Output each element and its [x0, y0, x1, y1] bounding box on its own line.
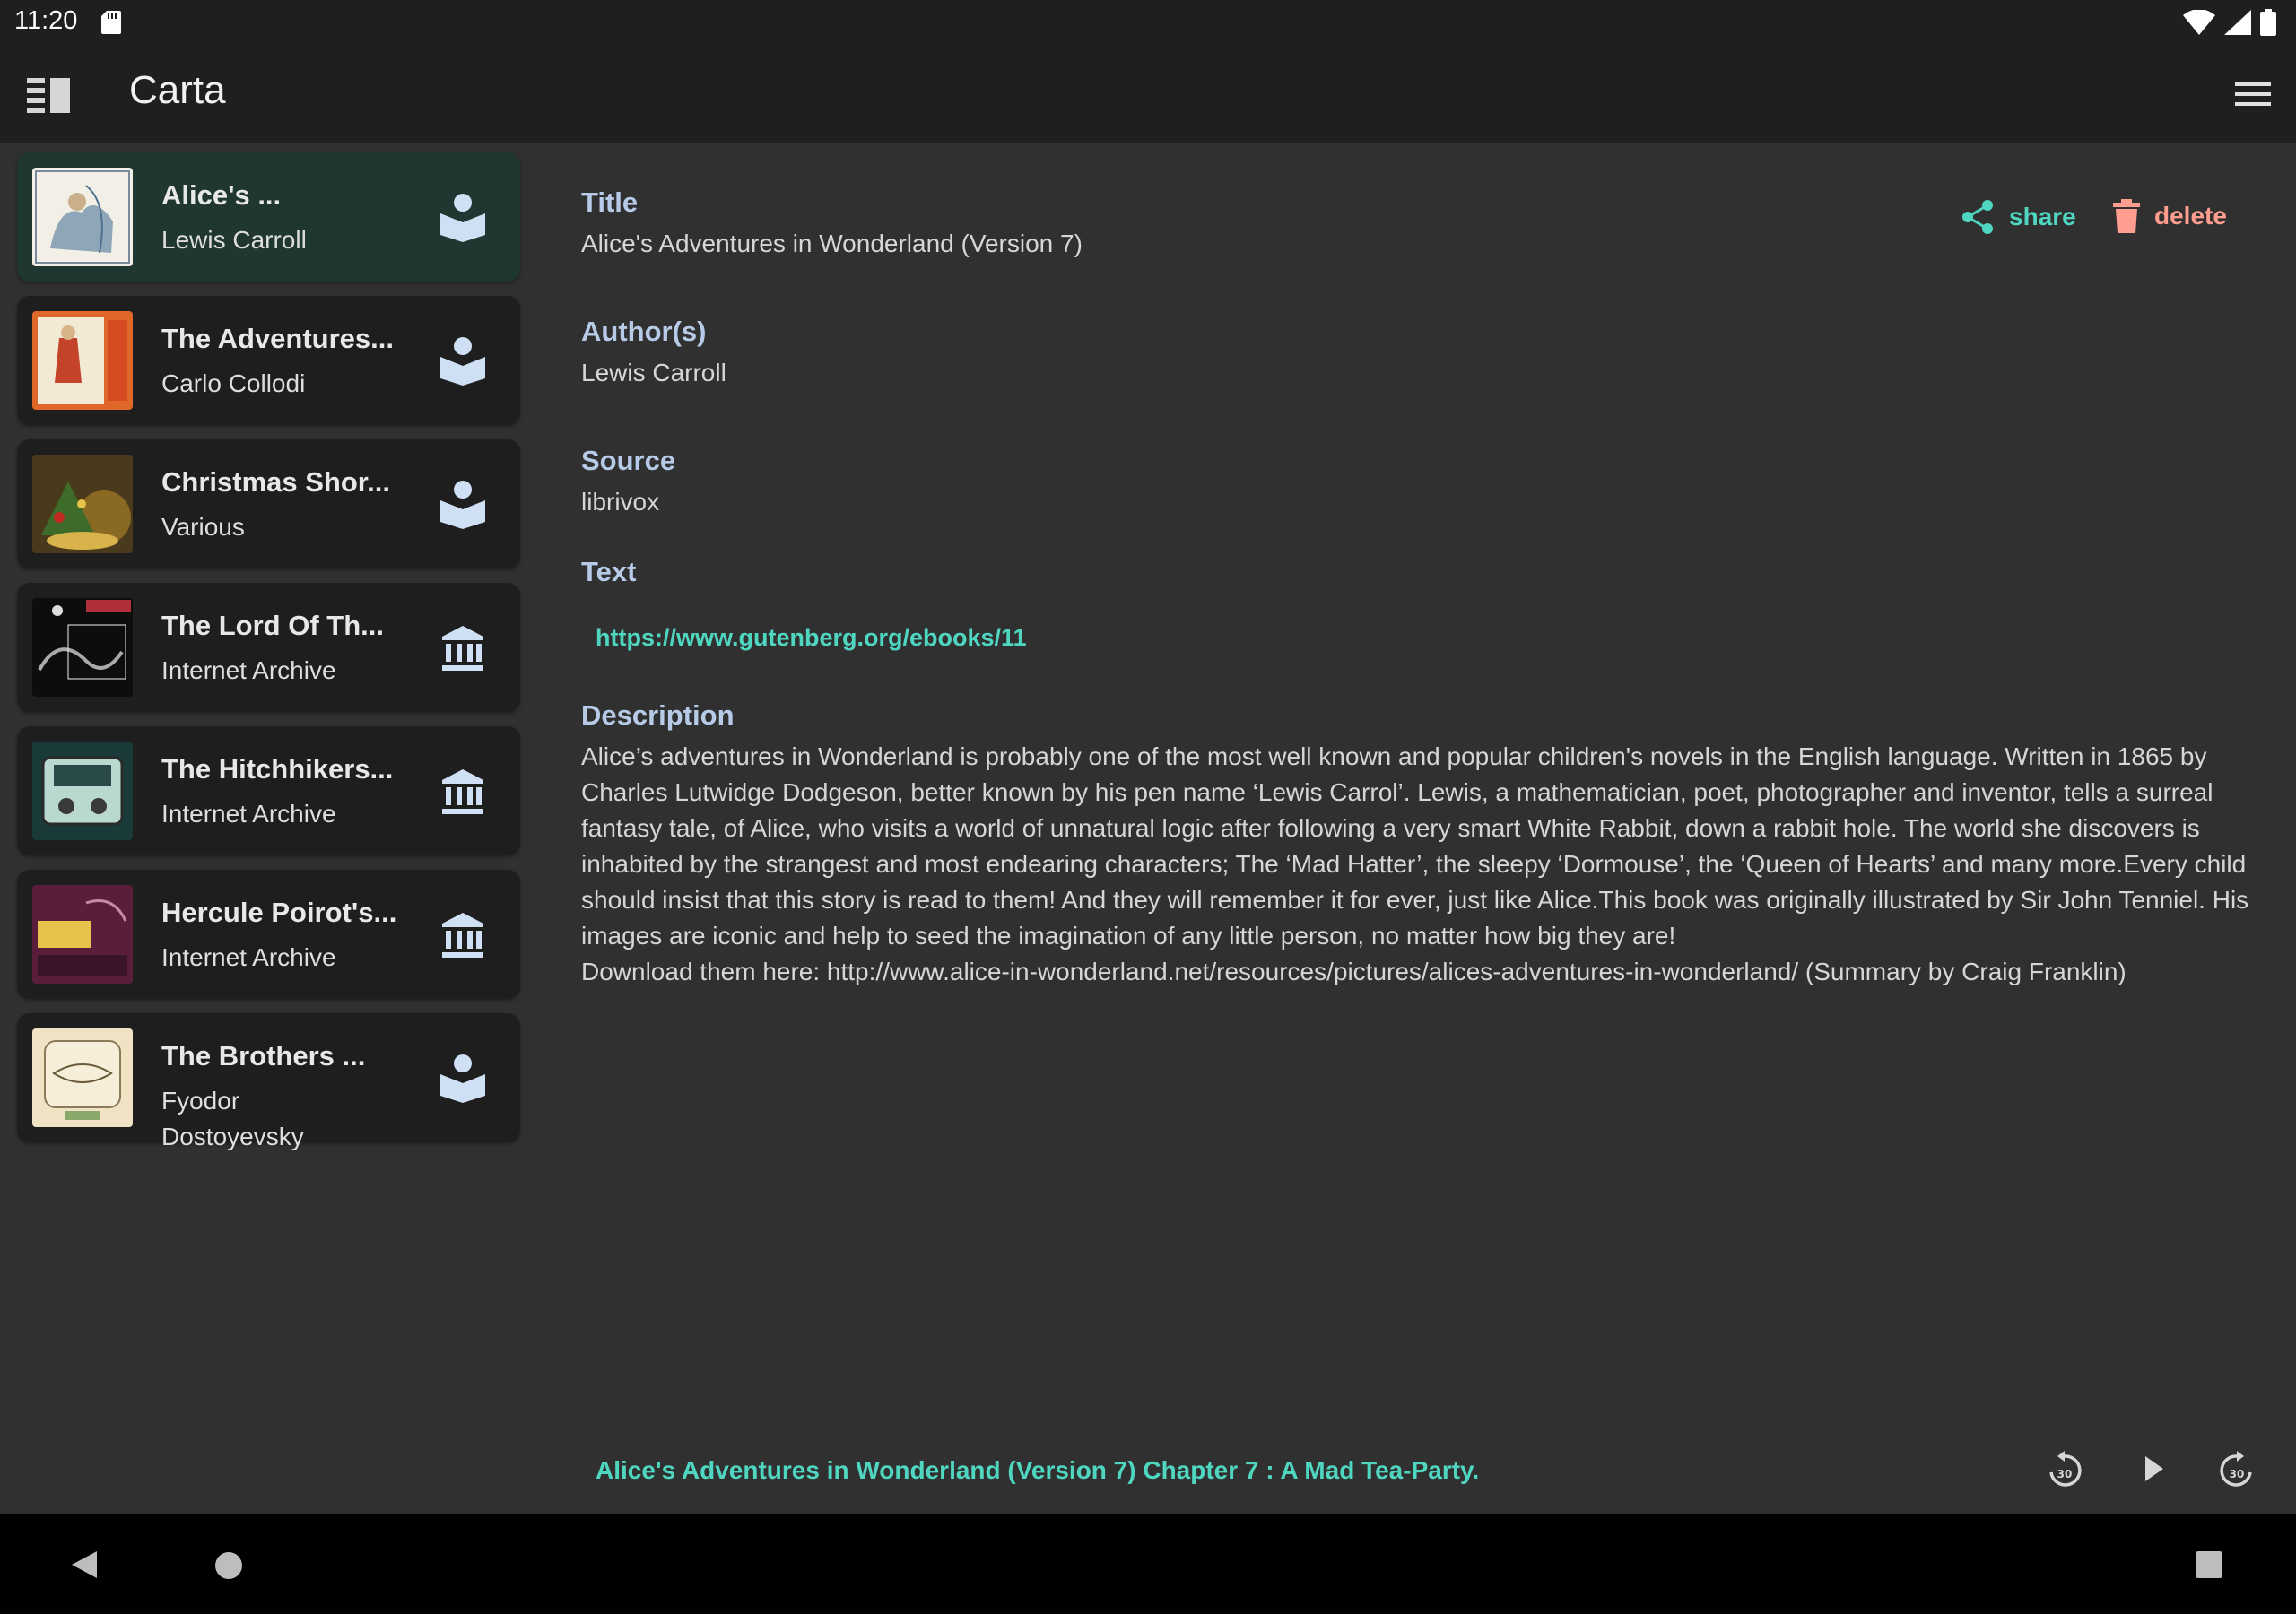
source-label: Source — [581, 445, 676, 476]
book-card-pinocchio[interactable]: The Adventures... Carlo Collodi — [17, 296, 520, 425]
book-title: Alice's ... — [161, 179, 282, 211]
reader-icon — [440, 1054, 485, 1103]
reader-icon — [440, 194, 485, 242]
delete-button[interactable]: delete — [2113, 199, 2227, 233]
wifi-icon — [2183, 10, 2215, 35]
book-card-alice[interactable]: Alice's ... Lewis Carroll — [17, 152, 520, 282]
book-cover-christmas — [32, 455, 133, 553]
home-icon[interactable] — [214, 1551, 243, 1580]
forward-30-icon[interactable]: 30 — [2217, 1449, 2257, 1488]
status-time: 11:20 — [14, 6, 78, 35]
reader-icon — [440, 481, 485, 529]
book-cover-poirot — [32, 885, 133, 984]
text-link[interactable]: https://www.gutenberg.org/ebooks/11 — [596, 624, 1027, 652]
book-author: Internet Archive — [161, 656, 336, 684]
book-title: The Brothers ... — [161, 1040, 366, 1072]
book-author: Carlo Collodi — [161, 369, 306, 397]
book-author: Fyodor Dostoyevsky — [161, 1087, 304, 1150]
book-card-brothers[interactable]: The Brothers ... Fyodor Dostoyevsky — [17, 1013, 520, 1150]
book-card-lotr[interactable]: The Lord Of Th... Internet Archive — [17, 583, 520, 712]
delete-label: delete — [2154, 202, 2227, 230]
recents-icon[interactable] — [2196, 1551, 2222, 1578]
description-label: Description — [581, 699, 735, 731]
source-value: librivox — [581, 488, 660, 516]
back-icon[interactable] — [70, 1549, 99, 1580]
book-title: The Hitchhikers... — [161, 753, 394, 785]
book-cover-pinocchio — [32, 311, 133, 410]
book-card-hitchhikers[interactable]: The Hitchhikers... Internet Archive — [17, 726, 520, 855]
book-card-poirot[interactable]: Hercule Poirot's... Internet Archive — [17, 870, 520, 999]
status-bar: 11:20 — [0, 0, 2296, 45]
share-icon — [1962, 200, 1993, 234]
reader-icon — [440, 337, 485, 386]
archive-icon — [442, 626, 483, 671]
book-title: The Lord Of Th... — [161, 610, 384, 641]
share-button[interactable]: share — [1961, 199, 2076, 235]
archive-icon — [442, 769, 483, 814]
text-label: Text — [581, 556, 637, 587]
app-title: Carta — [129, 68, 226, 112]
now-playing-title[interactable]: Alice's Adventures in Wonderland (Versio… — [596, 1456, 1479, 1485]
share-label: share — [2009, 203, 2076, 230]
delete-icon — [2113, 199, 2140, 233]
menu-icon[interactable] — [2235, 79, 2271, 109]
book-title: Hercule Poirot's... — [161, 897, 397, 928]
book-author: Lewis Carroll — [161, 226, 307, 254]
forward-seconds: 30 — [2230, 1468, 2245, 1480]
book-author: Various — [161, 513, 245, 541]
app-bar: Carta — [0, 45, 2296, 143]
book-cover-lotr — [32, 598, 133, 697]
title-label: Title — [581, 187, 639, 218]
book-card-christmas[interactable]: Christmas Shor... Various — [17, 439, 520, 568]
rewind-30-icon[interactable]: 30 — [2045, 1449, 2084, 1488]
book-author: Internet Archive — [161, 943, 336, 971]
cellular-icon — [2224, 10, 2251, 35]
play-icon[interactable] — [2133, 1449, 2172, 1488]
book-title: Christmas Shor... — [161, 466, 390, 498]
title-value: Alice's Adventures in Wonderland (Versio… — [581, 230, 1083, 257]
book-cover-hitchhikers — [32, 742, 133, 840]
description-text: Alice’s adventures in Wonderland is prob… — [581, 742, 2249, 985]
book-title: The Adventures... — [161, 323, 394, 354]
rewind-seconds: 30 — [2057, 1468, 2073, 1480]
system-nav-bar — [0, 1514, 2296, 1614]
book-cover-brothers — [32, 1028, 133, 1127]
authors-value: Lewis Carroll — [581, 359, 726, 386]
battery-icon — [2260, 9, 2276, 36]
archive-icon — [442, 913, 483, 958]
book-author: Internet Archive — [161, 800, 336, 828]
sd-card-icon — [101, 11, 121, 34]
authors-label: Author(s) — [581, 316, 707, 347]
drawer-toggle-icon[interactable] — [27, 75, 72, 113]
book-cover-alice — [32, 168, 133, 266]
